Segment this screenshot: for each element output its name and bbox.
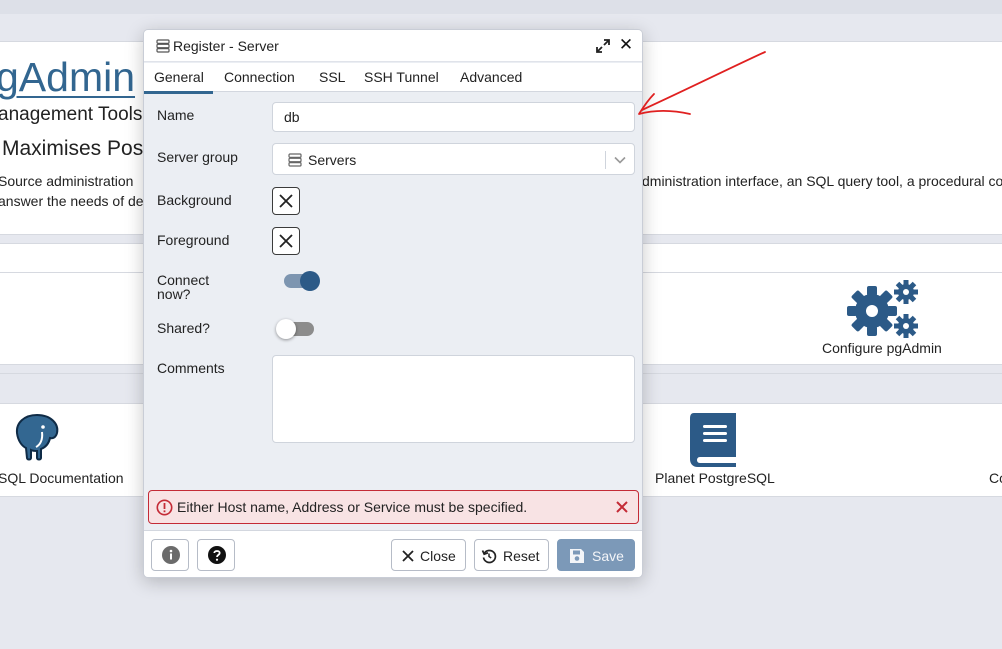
- connect-now-toggle[interactable]: [284, 270, 322, 292]
- save-icon: [570, 549, 584, 563]
- save-button[interactable]: Save: [557, 539, 635, 571]
- close-icon: [402, 550, 414, 562]
- foreground-label: Foreground: [157, 232, 230, 248]
- toggle-knob: [300, 271, 320, 291]
- error-banner: Either Host name, Address or Service mus…: [148, 490, 639, 524]
- error-icon: [156, 499, 173, 516]
- info-button[interactable]: [151, 539, 189, 571]
- tab-ssh-tunnel[interactable]: SSH Tunnel: [364, 69, 439, 85]
- help-icon: [208, 546, 226, 564]
- tab-general[interactable]: General: [144, 69, 213, 94]
- name-label: Name: [157, 107, 195, 123]
- comments-textarea[interactable]: [272, 355, 635, 443]
- background-label: Background: [157, 192, 232, 208]
- community-link[interactable]: Co: [989, 470, 1002, 486]
- background-color-picker[interactable]: [272, 187, 300, 215]
- close-button[interactable]: Close: [391, 539, 466, 571]
- foreground-color-picker[interactable]: [272, 227, 300, 255]
- save-button-label: Save: [592, 548, 624, 564]
- tab-ssl[interactable]: SSL: [319, 69, 345, 85]
- gears-icon[interactable]: [846, 280, 920, 340]
- configure-pgadmin-link[interactable]: Configure pgAdmin: [822, 340, 942, 356]
- dialog-header[interactable]: Register - Server ✕: [144, 30, 642, 62]
- welcome-description-right-1: dministration interface, an SQL query to…: [642, 173, 1002, 189]
- reset-button[interactable]: Reset: [474, 539, 549, 571]
- planet-postgresql-link[interactable]: Planet PostgreSQL: [655, 470, 775, 486]
- server-group-value: Servers: [308, 152, 357, 168]
- postgres-elephant-icon[interactable]: [12, 412, 62, 462]
- book-icon[interactable]: [688, 411, 740, 469]
- dialog-tabs: General Connection SSL SSH Tunnel Advanc…: [144, 63, 642, 94]
- dialog-footer: Close Reset Save: [144, 530, 642, 577]
- annotation-arrow-icon: [638, 51, 766, 115]
- reset-button-label: Reset: [503, 548, 540, 564]
- clear-color-icon: [279, 194, 293, 208]
- app-title[interactable]: gAdmin: [0, 54, 135, 101]
- toggle-knob: [276, 319, 296, 339]
- error-message: Either Host name, Address or Service mus…: [177, 499, 528, 515]
- welcome-description-left-1: Source administration: [0, 173, 134, 189]
- close-button-label: Close: [420, 548, 456, 564]
- connect-now-label-line-1: Connect: [157, 272, 210, 288]
- app-top-bar: [0, 0, 1002, 14]
- tab-connection[interactable]: Connection: [224, 69, 295, 85]
- error-close-icon[interactable]: [614, 499, 630, 515]
- tab-advanced[interactable]: Advanced: [460, 69, 522, 85]
- chevron-down-icon[interactable]: [613, 153, 627, 167]
- postgresql-documentation-link[interactable]: SQL Documentation: [0, 470, 124, 486]
- server-group-select[interactable]: Servers: [272, 143, 635, 175]
- server-group-label: Server group: [157, 149, 238, 165]
- dialog-title: Register - Server: [173, 38, 279, 54]
- welcome-description-left-2: answer the needs of de: [0, 193, 144, 209]
- shared-label: Shared?: [157, 320, 210, 336]
- server-group-icon: [288, 153, 302, 167]
- register-server-dialog: Register - Server ✕ General Connection S…: [143, 29, 643, 578]
- maximize-icon[interactable]: [595, 38, 611, 54]
- select-separator: [605, 151, 606, 169]
- welcome-subtitle-2: Maximises Pos: [2, 137, 144, 160]
- info-icon: [162, 546, 180, 564]
- shared-toggle[interactable]: [276, 318, 316, 340]
- help-button[interactable]: [197, 539, 235, 571]
- welcome-subtitle: anagement Tools f: [0, 104, 153, 125]
- server-icon: [156, 39, 170, 53]
- comments-label: Comments: [157, 360, 225, 376]
- name-input[interactable]: db: [272, 102, 635, 132]
- connect-now-label-line-2: now?: [157, 286, 191, 302]
- reset-icon: [481, 549, 497, 564]
- clear-color-icon: [279, 234, 293, 248]
